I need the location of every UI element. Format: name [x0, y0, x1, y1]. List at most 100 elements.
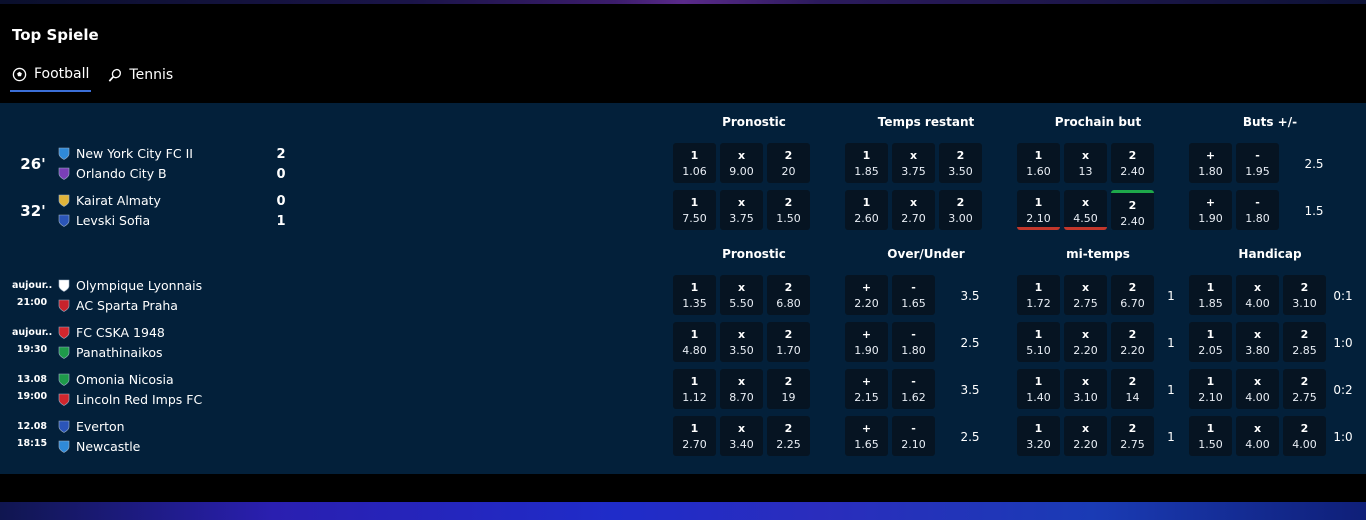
odds-button[interactable]: x 2.20: [1064, 322, 1107, 362]
odds-button[interactable]: - 1.95: [1236, 143, 1279, 183]
team-crest-icon: [58, 194, 70, 207]
odds-button[interactable]: 2 3.50: [939, 143, 982, 183]
odds-button[interactable]: x 2.20: [1064, 416, 1107, 456]
odds-value: 2.25: [776, 438, 801, 451]
odds-button[interactable]: 2 2.25: [767, 416, 810, 456]
odds-button[interactable]: x 4.00: [1236, 369, 1279, 409]
team-name[interactable]: Everton: [58, 419, 125, 434]
odds-button[interactable]: +1.65: [845, 416, 888, 456]
odds-button[interactable]: 1 1.12: [673, 369, 716, 409]
odds-button[interactable]: 2 3.00: [939, 190, 982, 230]
team-name[interactable]: AC Sparta Praha: [58, 298, 178, 313]
odds-button[interactable]: x 4.00: [1236, 416, 1279, 456]
odds-button[interactable]: 2 2.40: [1111, 190, 1154, 230]
odds-button[interactable]: 1 4.80: [673, 322, 716, 362]
odds-value: 8.70: [729, 391, 754, 404]
odds-button[interactable]: 2 20: [767, 143, 810, 183]
odds-button[interactable]: x 3.80: [1236, 322, 1279, 362]
odds-button[interactable]: x 3.10: [1064, 369, 1107, 409]
odds-value: 1.60: [1026, 165, 1051, 178]
odds-button[interactable]: 2 14: [1111, 369, 1154, 409]
odds-button[interactable]: +1.90: [845, 322, 888, 362]
odds-button[interactable]: 2 2.75: [1111, 416, 1154, 456]
odds-button[interactable]: x 3.75: [720, 190, 763, 230]
odds-button[interactable]: 1 1.06: [673, 143, 716, 183]
odds-button[interactable]: 2 2.40: [1111, 143, 1154, 183]
odds-button[interactable]: x 4.00: [1236, 275, 1279, 315]
odds-button[interactable]: 2 6.70: [1111, 275, 1154, 315]
odds-button[interactable]: 1 1.85: [1189, 275, 1232, 315]
odds-button[interactable]: +1.80: [1189, 143, 1232, 183]
team-name[interactable]: New York City FC II: [58, 146, 193, 161]
tab-tennis[interactable]: Tennis: [105, 64, 175, 92]
team-name[interactable]: Orlando City B: [58, 166, 167, 181]
odds-outcome: x: [737, 196, 746, 209]
team-name[interactable]: Panathinaikos: [58, 345, 163, 360]
team-name[interactable]: Omonia Nicosia: [58, 372, 174, 387]
odds-button[interactable]: 1 1.85: [845, 143, 888, 183]
team-name[interactable]: Kairat Almaty: [58, 193, 161, 208]
odds-button[interactable]: 2 2.85: [1283, 322, 1326, 362]
team-name[interactable]: Lincoln Red Imps FC: [58, 392, 202, 407]
odds-button[interactable]: 1 1.50: [1189, 416, 1232, 456]
team-label: Kairat Almaty: [76, 193, 161, 208]
odds-button[interactable]: x 5.50: [720, 275, 763, 315]
odds-button[interactable]: x 13: [1064, 143, 1107, 183]
tab-label: Football: [34, 66, 90, 82]
odds-button[interactable]: 1 2.60: [845, 190, 888, 230]
odds-button[interactable]: 1 1.40: [1017, 369, 1060, 409]
odds-button[interactable]: 1 1.72: [1017, 275, 1060, 315]
odds-button[interactable]: 1 2.70: [673, 416, 716, 456]
odds-button[interactable]: - 1.65: [892, 275, 935, 315]
team-label: Newcastle: [76, 439, 141, 454]
handicap-line: 1:0: [1333, 336, 1353, 350]
odds-outcome: 1: [1034, 149, 1043, 162]
odds-button[interactable]: +2.15: [845, 369, 888, 409]
odds-button[interactable]: 1 5.10: [1017, 322, 1060, 362]
odds-button[interactable]: 1 1.35: [673, 275, 716, 315]
tab-football[interactable]: Football: [10, 64, 92, 92]
team-name[interactable]: Levski Sofia: [58, 213, 150, 228]
odds-outcome: -: [1255, 149, 1260, 162]
odds-button[interactable]: 1 7.50: [673, 190, 716, 230]
odds-button[interactable]: 1 2.10: [1017, 190, 1060, 230]
team-name[interactable]: Olympique Lyonnais: [58, 278, 202, 293]
odds-button[interactable]: x 4.50: [1064, 190, 1107, 230]
home-score: 2: [276, 147, 286, 162]
odds-outcome: x: [737, 375, 746, 388]
odds-button[interactable]: 2 4.00: [1283, 416, 1326, 456]
odds-button[interactable]: 2 3.10: [1283, 275, 1326, 315]
odds-button[interactable]: x 3.40: [720, 416, 763, 456]
odds-button[interactable]: 2 19: [767, 369, 810, 409]
odds-button[interactable]: x 2.70: [892, 190, 935, 230]
team-name[interactable]: Newcastle: [58, 439, 140, 454]
odds-value: 1.72: [1026, 297, 1051, 310]
odds-button[interactable]: - 2.10: [892, 416, 935, 456]
odds-outcome: x: [1253, 422, 1262, 435]
odds-button[interactable]: 1 3.20: [1017, 416, 1060, 456]
odds-button[interactable]: - 1.80: [892, 322, 935, 362]
odds-button[interactable]: - 1.62: [892, 369, 935, 409]
odds-button[interactable]: 1 2.10: [1189, 369, 1232, 409]
odds-value: 2.10: [901, 438, 926, 451]
odds-button[interactable]: +1.90: [1189, 190, 1232, 230]
odds-button[interactable]: +2.20: [845, 275, 888, 315]
team-crest-icon: [58, 214, 70, 227]
odds-button[interactable]: x 2.75: [1064, 275, 1107, 315]
odds-button[interactable]: x 8.70: [720, 369, 763, 409]
odds-button[interactable]: 1 1.60: [1017, 143, 1060, 183]
odds-button[interactable]: 1 2.05: [1189, 322, 1232, 362]
team-name[interactable]: FC CSKA 1948: [58, 325, 165, 340]
odds-button[interactable]: x 9.00: [720, 143, 763, 183]
odds-button[interactable]: x 3.75: [892, 143, 935, 183]
odds-button[interactable]: 2 2.20: [1111, 322, 1154, 362]
match-time: 21:00: [16, 297, 48, 308]
odds-button[interactable]: 2 1.50: [767, 190, 810, 230]
odds-button[interactable]: 2 1.70: [767, 322, 810, 362]
odds-button[interactable]: - 1.80: [1236, 190, 1279, 230]
odds-button[interactable]: x 3.50: [720, 322, 763, 362]
odds-button[interactable]: 2 6.80: [767, 275, 810, 315]
header-pronostic: Pronostic: [722, 115, 786, 129]
odds-button[interactable]: 2 2.75: [1283, 369, 1326, 409]
over-under-line: 3.5: [960, 289, 980, 303]
